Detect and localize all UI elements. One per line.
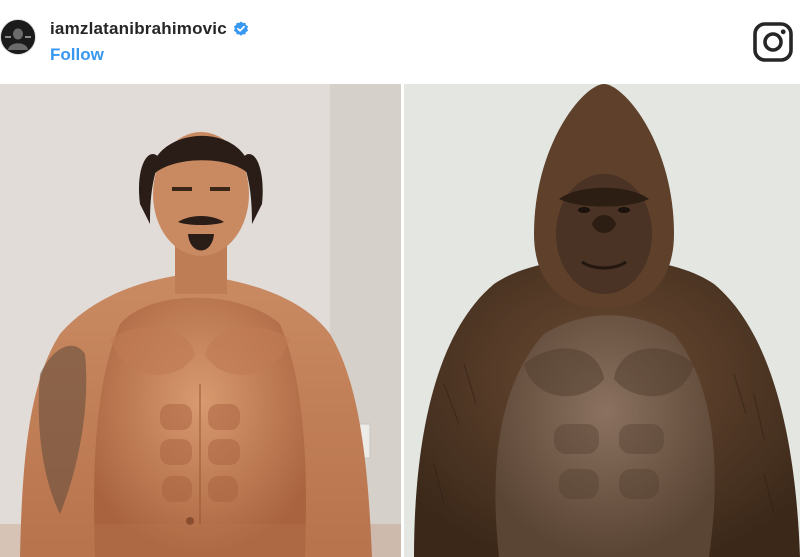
gorilla-photo (404, 84, 800, 557)
post-header: iamzlatanibrahimovic Follow (0, 0, 800, 84)
profile-avatar[interactable] (0, 19, 36, 55)
post-image-collage[interactable] (0, 84, 800, 557)
username-row: iamzlatanibrahimovic (50, 19, 249, 39)
follow-button[interactable]: Follow (50, 45, 104, 65)
verified-badge-icon (233, 21, 249, 37)
username-link[interactable]: iamzlatanibrahimovic (50, 19, 227, 39)
instagram-logo-icon[interactable] (752, 21, 794, 63)
man-photo (0, 84, 404, 557)
